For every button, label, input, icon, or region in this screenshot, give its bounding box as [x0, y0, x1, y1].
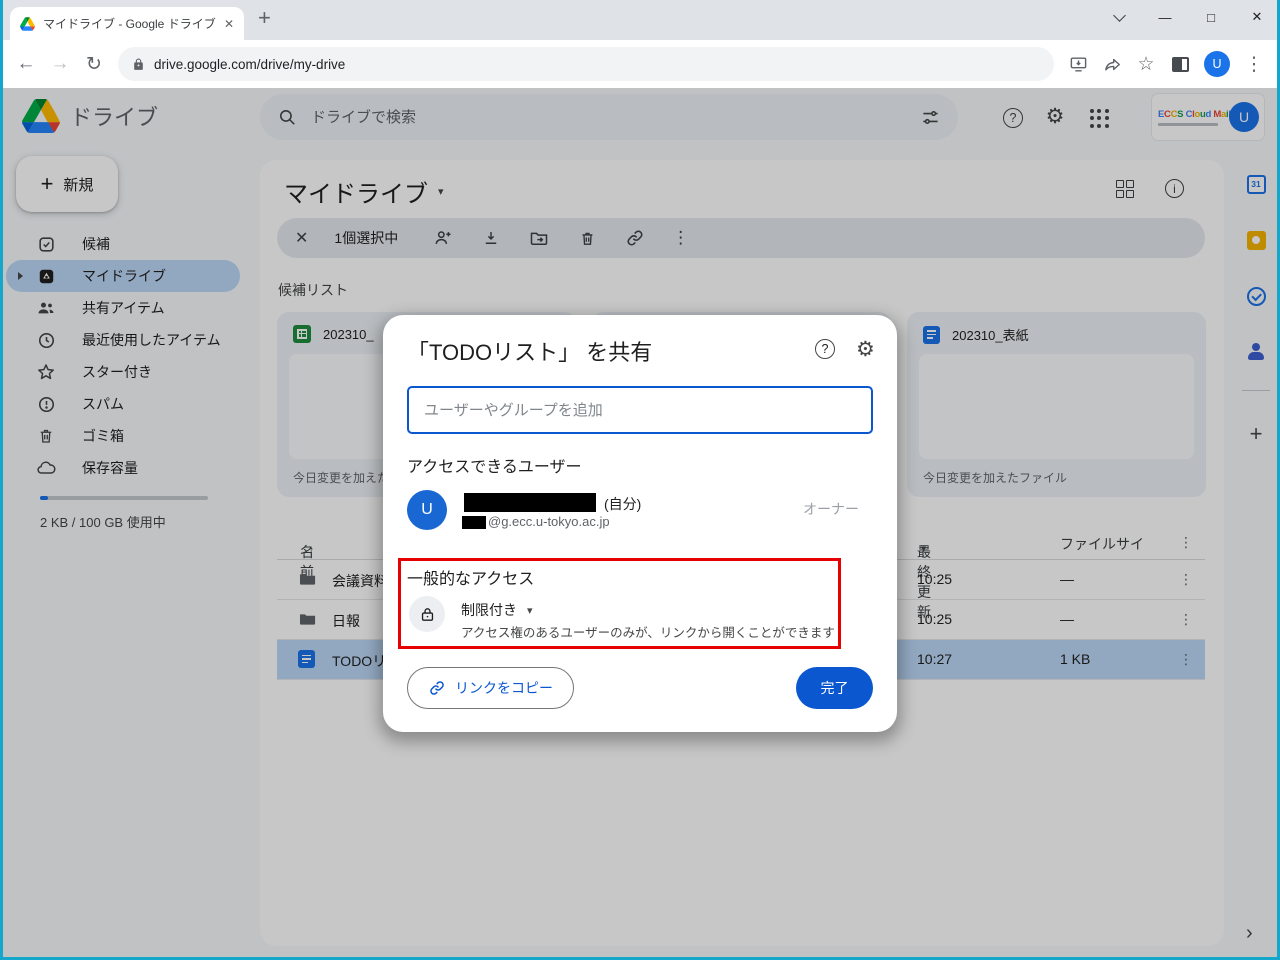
- owner-name-redacted: [464, 493, 596, 512]
- window-controls: — □ ✕: [1096, 0, 1280, 34]
- close-button[interactable]: ✕: [1234, 0, 1280, 34]
- access-level-dropdown[interactable]: 制限付き ▾: [461, 600, 533, 620]
- owner-self-label: (自分): [604, 494, 641, 514]
- copy-link-button[interactable]: リンクをコピー: [407, 667, 574, 709]
- access-description: アクセス権のあるユーザーのみが、リンクから開くことができます: [461, 622, 835, 641]
- dialog-help-icon[interactable]: ?: [815, 339, 835, 359]
- owner-row[interactable]: U (自分) @g.ecc.u-tokyo.ac.jp オーナー: [407, 487, 873, 535]
- minimize-button[interactable]: —: [1142, 0, 1188, 34]
- tab-title: マイドライブ - Google ドライブ: [43, 15, 216, 32]
- owner-email-suffix: @g.ecc.u-tokyo.ac.jp: [488, 514, 610, 529]
- share-icon[interactable]: [1096, 48, 1128, 80]
- tab-search-chevron-icon[interactable]: [1096, 0, 1142, 34]
- url-bar[interactable]: drive.google.com/drive/my-drive: [118, 47, 1054, 81]
- maximize-button[interactable]: □: [1188, 0, 1234, 34]
- link-icon: [428, 679, 446, 697]
- owner-role: オーナー: [803, 499, 859, 519]
- drive-favicon: [20, 17, 35, 31]
- browser-navbar: ← → ↻ drive.google.com/drive/my-drive ☆ …: [0, 40, 1280, 88]
- share-dialog: 「TODOリスト」 を共有 ? ⚙ アクセスできるユーザー U (自分) @g.…: [383, 315, 897, 732]
- new-tab-button[interactable]: +: [258, 5, 271, 31]
- owner-email-redacted: [462, 516, 486, 529]
- chevron-down-icon: ▾: [527, 604, 533, 617]
- browser-tabstrip: マイドライブ - Google ドライブ ✕ + — □ ✕: [0, 0, 1280, 40]
- side-panel-icon[interactable]: [1164, 48, 1196, 80]
- add-people-input[interactable]: [407, 386, 873, 434]
- url-text: drive.google.com/drive/my-drive: [154, 57, 345, 72]
- browser-avatar[interactable]: U: [1204, 51, 1230, 77]
- done-button[interactable]: 完了: [796, 667, 873, 709]
- install-icon[interactable]: [1062, 48, 1094, 80]
- restricted-lock-icon: [409, 596, 445, 632]
- dialog-title: 「TODOリスト」 を共有: [407, 335, 652, 367]
- lock-icon: [132, 58, 145, 71]
- reload-icon[interactable]: ↻: [78, 48, 110, 80]
- people-with-access-label: アクセスできるユーザー: [407, 453, 582, 477]
- bookmark-star-icon[interactable]: ☆: [1130, 48, 1162, 80]
- owner-avatar: U: [407, 490, 447, 530]
- browser-tab[interactable]: マイドライブ - Google ドライブ ✕: [10, 7, 244, 40]
- general-access-label: 一般的なアクセス: [407, 565, 534, 589]
- tab-close-icon[interactable]: ✕: [224, 17, 234, 31]
- back-icon[interactable]: ←: [10, 48, 42, 80]
- forward-icon[interactable]: →: [44, 48, 76, 80]
- browser-menu-icon[interactable]: ⋮: [1238, 48, 1270, 80]
- dialog-settings-icon[interactable]: ⚙: [856, 337, 875, 361]
